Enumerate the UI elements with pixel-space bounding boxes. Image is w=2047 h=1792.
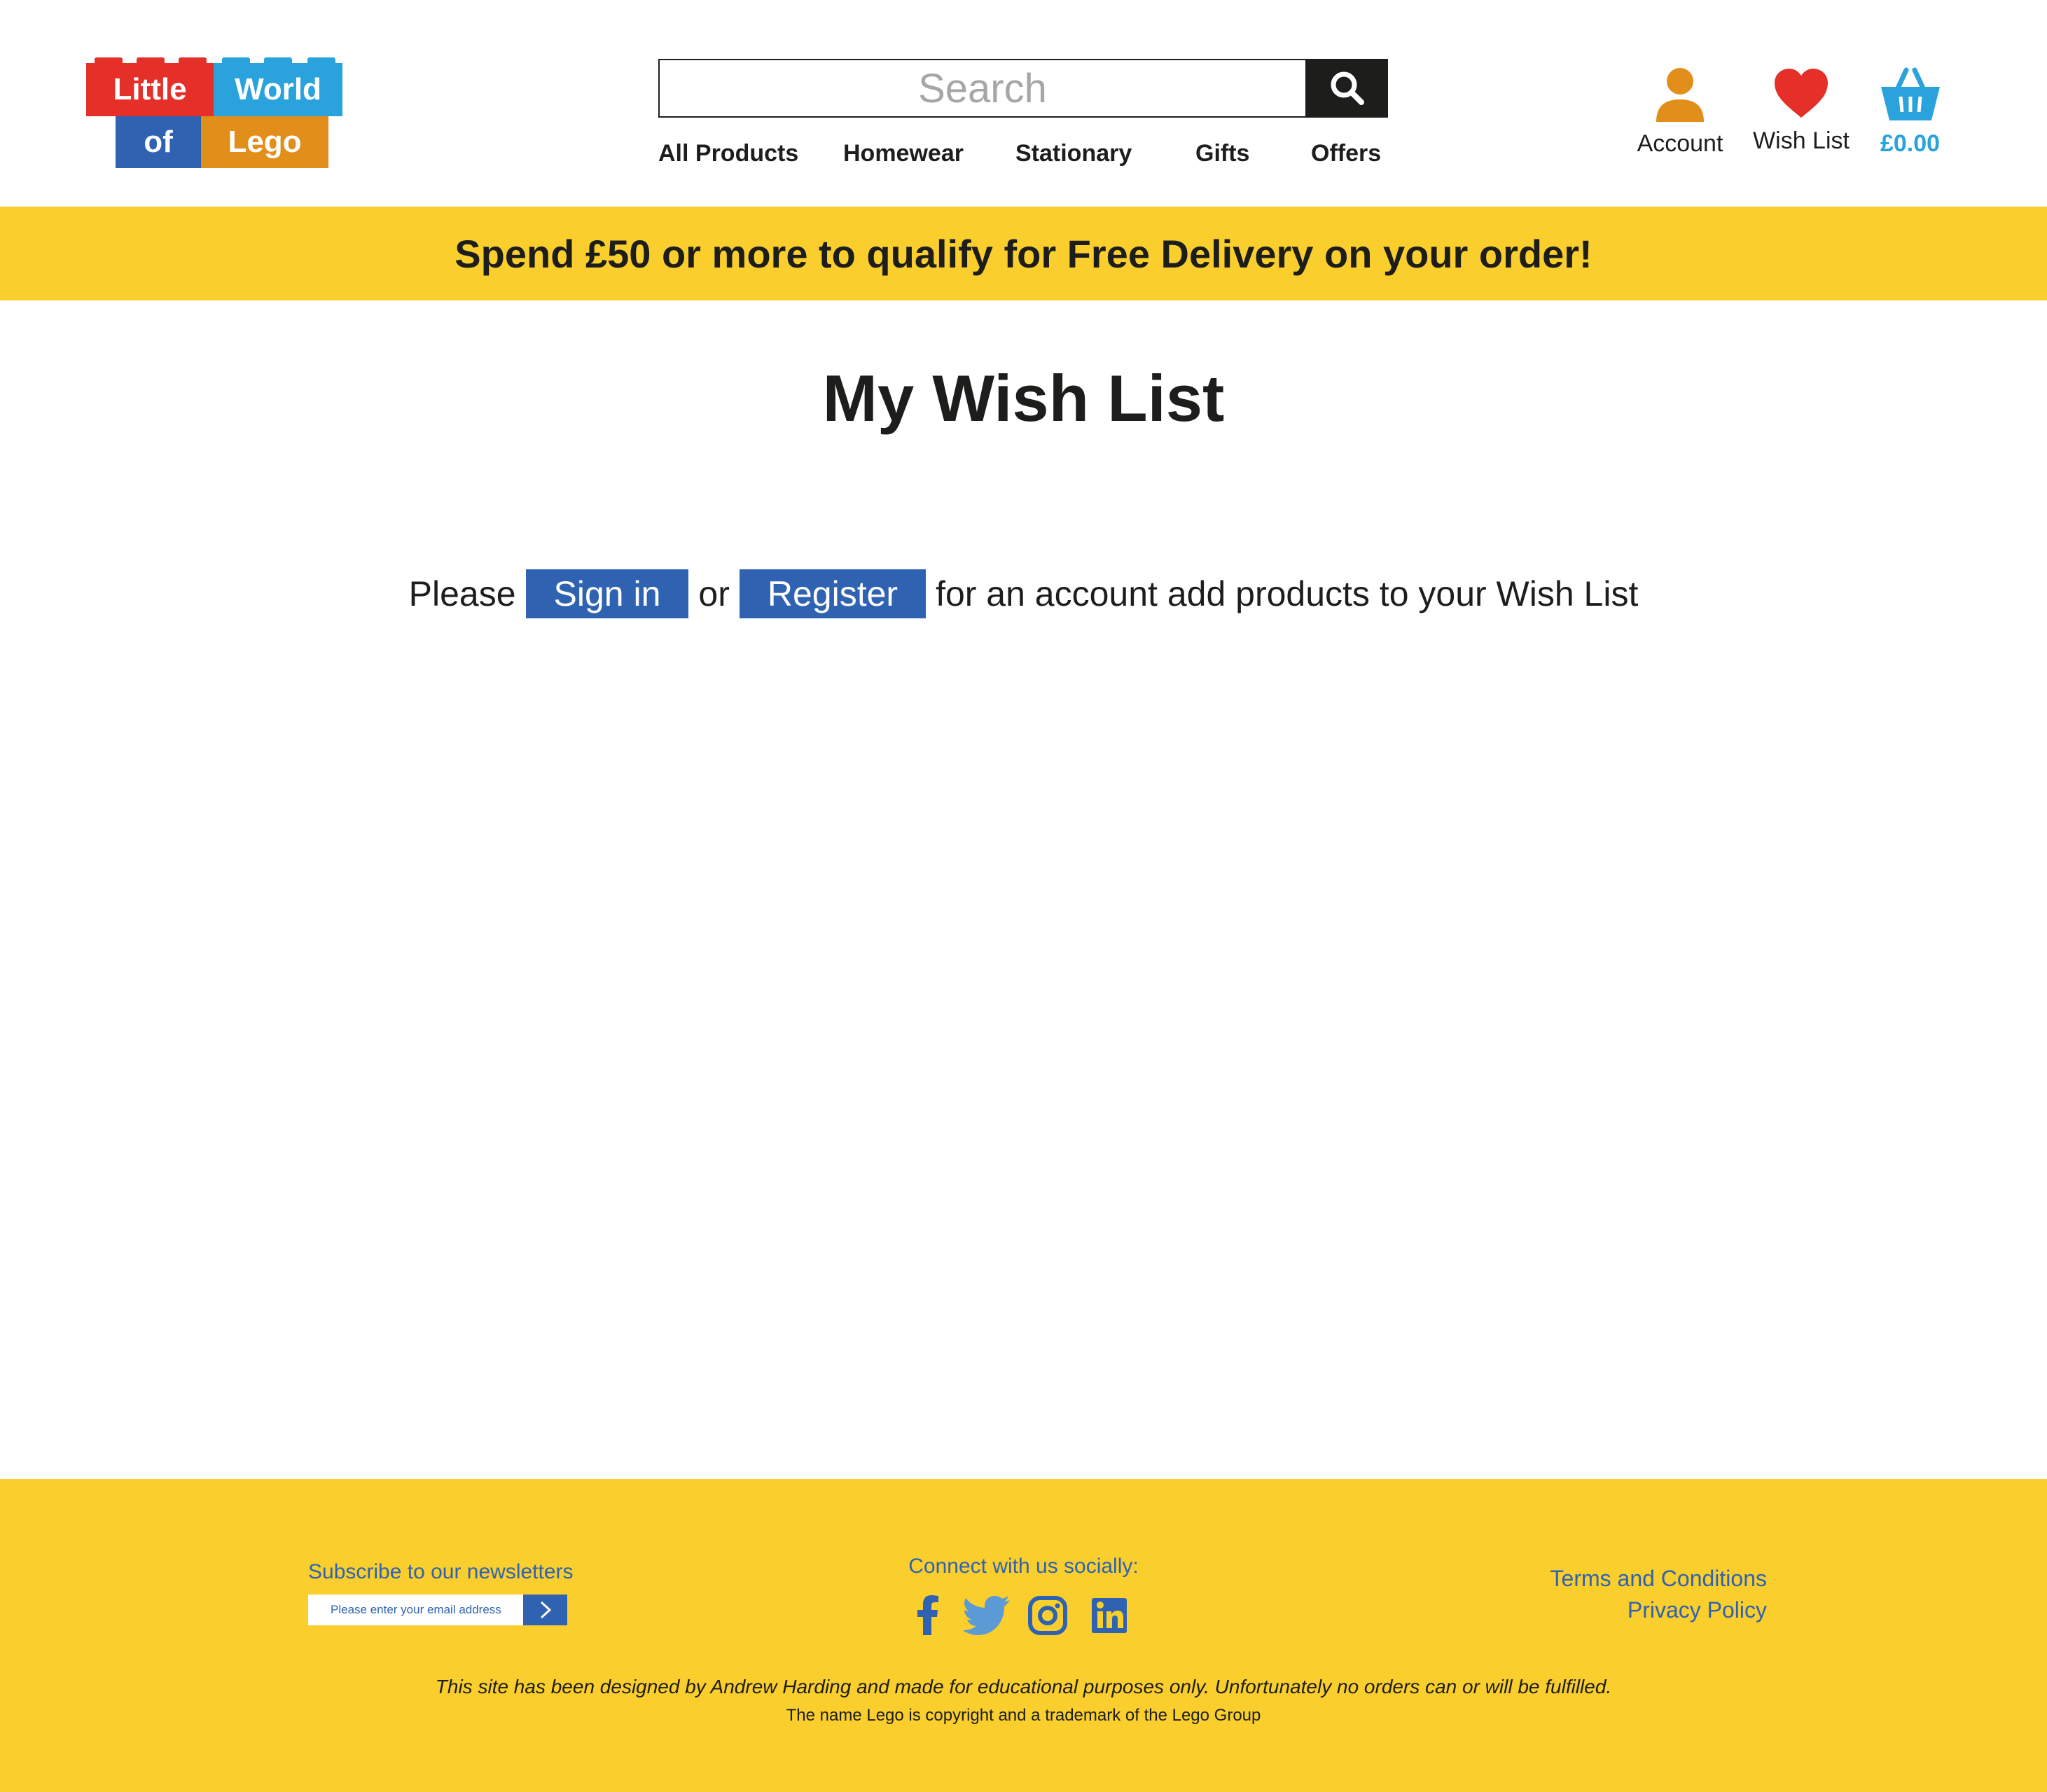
nav-item-stationary[interactable]: Stationary <box>1015 140 1132 167</box>
search-input[interactable] <box>658 59 1307 118</box>
newsletter-email-input[interactable] <box>308 1595 523 1625</box>
search-icon <box>1331 71 1364 105</box>
heart-icon <box>1775 69 1828 118</box>
prompt-after-text: for an account add products to your Wish… <box>936 574 1639 613</box>
account-icon <box>1656 68 1704 122</box>
sign-in-button[interactable]: Sign in <box>525 569 689 618</box>
basket-link[interactable]: £0.00 <box>1870 67 1950 158</box>
newsletter-form <box>308 1595 567 1625</box>
twitter-icon <box>962 1596 1010 1635</box>
logo-word-lego: Lego <box>201 116 328 168</box>
instagram-icon <box>1028 1596 1067 1635</box>
free-delivery-banner: Spend £50 or more to qualify for Free De… <box>0 207 2047 300</box>
search-bar <box>658 59 1388 118</box>
facebook-icon <box>917 1595 938 1635</box>
logo-word-of: of <box>116 116 201 168</box>
twitter-link[interactable] <box>962 1595 1011 1637</box>
prompt-before-text: Please <box>408 574 516 613</box>
linkedin-link[interactable] <box>1088 1595 1130 1637</box>
register-button[interactable]: Register <box>739 569 927 618</box>
page-title: My Wish List <box>822 361 1225 435</box>
newsletter-submit-button[interactable] <box>523 1595 567 1625</box>
site-logo[interactable]: Little World of Lego <box>86 57 342 168</box>
terms-and-conditions-link[interactable]: Terms and Conditions <box>1550 1563 1767 1595</box>
account-link[interactable]: Account <box>1635 67 1726 158</box>
site-header: Little World of Lego All Products Homewe… <box>0 0 2047 207</box>
logo-word-little: Little <box>86 63 214 116</box>
signin-prompt: Please Sign in or Register for an accoun… <box>0 569 2047 619</box>
nav-item-all-products[interactable]: All Products <box>658 140 798 167</box>
nav-item-homewear[interactable]: Homewear <box>843 140 964 167</box>
wishlist-link[interactable]: Wish List <box>1753 67 1850 155</box>
disclaimer-text: This site has been designed by Andrew Ha… <box>435 1676 1612 1697</box>
prompt-or-text: or <box>698 574 730 613</box>
basket-icon <box>1880 67 1940 120</box>
search-button[interactable] <box>1307 59 1388 118</box>
account-label: Account <box>1637 130 1723 157</box>
copyright-text: The name Lego is copyright and a tradema… <box>786 1706 1261 1725</box>
promo-text: Spend £50 or more to qualify for Free De… <box>454 231 1593 276</box>
chevron-right-icon <box>540 1601 551 1619</box>
nav-item-gifts[interactable]: Gifts <box>1195 140 1249 167</box>
linkedin-icon <box>1092 1598 1127 1633</box>
wishlist-label: Wish List <box>1753 127 1850 154</box>
privacy-policy-link[interactable]: Privacy Policy <box>1550 1595 1767 1626</box>
main-nav: All Products Homewear Stationary Gifts O… <box>658 140 1388 175</box>
basket-total: £0.00 <box>1880 130 1941 157</box>
nav-item-offers[interactable]: Offers <box>1311 140 1381 167</box>
logo-word-world: World <box>214 63 342 116</box>
legal-links: Terms and Conditions Privacy Policy <box>1550 1563 1767 1626</box>
instagram-link[interactable] <box>1027 1595 1069 1637</box>
site-footer: Subscribe to our newsletters Connect wit… <box>0 1479 2047 1792</box>
facebook-link[interactable] <box>908 1595 950 1637</box>
